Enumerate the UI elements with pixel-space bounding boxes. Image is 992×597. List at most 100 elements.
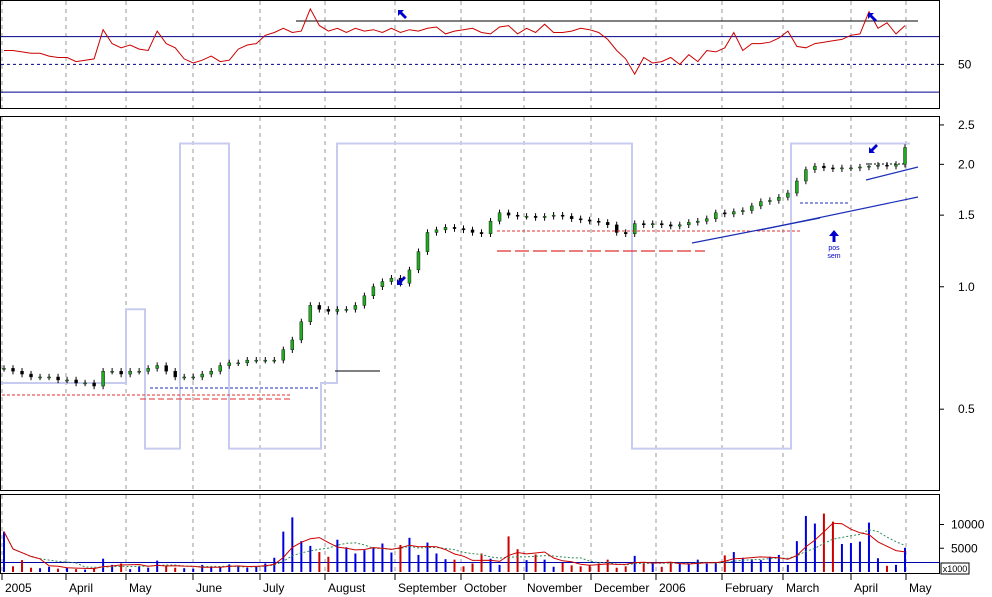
- price-candle: [290, 339, 295, 350]
- price-candle: [903, 147, 907, 165]
- price-candle: [777, 197, 781, 201]
- price-candle: [443, 227, 448, 231]
- price-candle: [281, 349, 286, 361]
- price-candle: [813, 165, 817, 170]
- price-tick-label: 1.5: [958, 208, 975, 222]
- price-candle: [29, 373, 33, 378]
- price-candle: [633, 223, 637, 234]
- price-candle: [47, 376, 51, 379]
- volume-tick-label: 5000: [951, 541, 978, 555]
- price-candle: [191, 376, 195, 379]
- price-candle: [587, 219, 592, 222]
- price-candle: [2, 368, 6, 370]
- month-label: May: [909, 581, 932, 595]
- price-candle: [470, 229, 475, 233]
- price-candle: [308, 305, 313, 323]
- price-candle: [182, 376, 186, 379]
- price-candle: [759, 201, 763, 207]
- price-candle: [317, 305, 322, 310]
- price-candle: [173, 370, 177, 378]
- price-candle: [578, 218, 583, 221]
- month-label: September: [398, 581, 457, 595]
- price-candle: [506, 212, 511, 216]
- price-candle: [551, 214, 556, 217]
- price-candle: [128, 370, 132, 375]
- price-candle: [380, 281, 385, 287]
- price-candle: [524, 216, 529, 218]
- month-label: April: [69, 581, 93, 595]
- month-label: November: [527, 581, 582, 595]
- price-candle: [822, 165, 826, 169]
- price-candle: [83, 382, 87, 385]
- price-candle: [876, 165, 880, 167]
- price-candle: [804, 169, 808, 182]
- price-candle: [416, 251, 421, 271]
- month-label: August: [328, 581, 366, 595]
- y-tick-labels: 50 0.5 1.0 1.5 2.0 2.5 5000 10000: [939, 57, 985, 555]
- price-candle: [92, 382, 96, 387]
- annotation-sem: sem: [827, 253, 840, 260]
- price-candle: [605, 222, 610, 226]
- month-label: December: [594, 581, 649, 595]
- rsi-tick-label: 50: [958, 57, 972, 71]
- price-candle: [155, 365, 159, 369]
- price-candle: [831, 167, 835, 170]
- price-candle: [272, 359, 276, 362]
- price-candle: [407, 269, 412, 284]
- price-candle: [885, 165, 889, 167]
- month-label: July: [263, 581, 284, 595]
- price-candle: [434, 229, 439, 233]
- price-candle: [452, 227, 457, 229]
- x-axis-months: 2005 April May June July August September Octob…: [1, 574, 932, 595]
- price-candle: [858, 166, 862, 169]
- month-label: May: [129, 581, 152, 595]
- annotation-pos: pos: [828, 245, 840, 252]
- price-tick-label: 2.5: [958, 118, 975, 132]
- price-candle: [479, 232, 484, 234]
- price-candle: [65, 379, 69, 382]
- price-candle: [894, 164, 898, 167]
- month-label: October: [464, 581, 507, 595]
- price-candle: [768, 200, 772, 202]
- price-candle: [20, 370, 24, 375]
- price-candle: [849, 167, 853, 170]
- price-candle: [299, 321, 304, 341]
- price-candle: [795, 180, 799, 194]
- price-candle: [254, 359, 258, 362]
- price-candle: [497, 212, 502, 222]
- price-candle: [741, 210, 745, 212]
- price-candle: [353, 305, 358, 310]
- price-candle: [669, 224, 673, 227]
- price-candle: [245, 359, 249, 364]
- price-candle: [488, 220, 493, 234]
- price-candle: [867, 165, 871, 168]
- price-candle: [596, 220, 601, 223]
- volume-panel: [0, 494, 940, 574]
- month-label: February: [725, 581, 773, 595]
- price-candle: [533, 216, 538, 218]
- price-candle: [642, 223, 646, 226]
- price-candle: [569, 216, 574, 219]
- price-candle: [110, 370, 114, 373]
- volume-tick-label: 10000: [951, 518, 985, 532]
- price-candle: [425, 232, 430, 252]
- price-candle: [56, 376, 60, 381]
- price-tick-label: 1.0: [958, 280, 975, 294]
- price-candle: [263, 359, 267, 362]
- price-panel: [0, 116, 940, 491]
- price-candle: [714, 212, 718, 219]
- month-label: 2006: [659, 581, 686, 595]
- price-candle: [164, 365, 168, 372]
- price-tick-label: 0.5: [958, 402, 975, 416]
- price-candle: [560, 214, 565, 217]
- price-candle: [200, 373, 204, 378]
- price-tick-label: 2.0: [958, 157, 975, 171]
- price-candle: [326, 309, 331, 312]
- price-candle: [371, 286, 376, 297]
- price-candle: [218, 365, 222, 372]
- price-candle: [696, 220, 700, 223]
- price-candle: [209, 370, 213, 375]
- price-candle: [660, 223, 664, 226]
- month-label: March: [786, 581, 819, 595]
- price-candle: [38, 376, 42, 379]
